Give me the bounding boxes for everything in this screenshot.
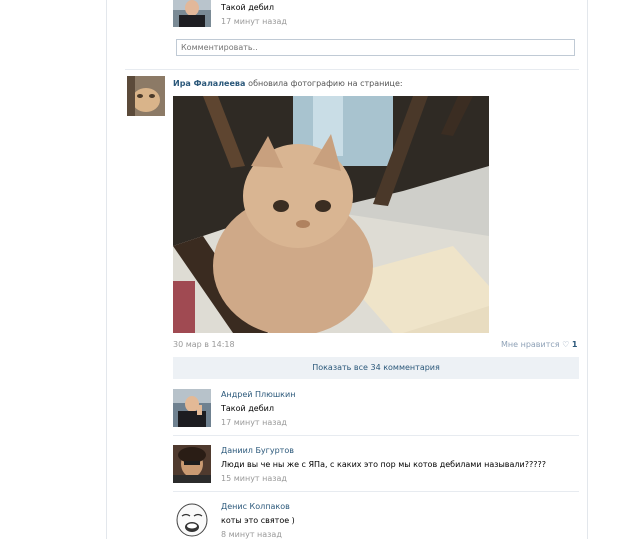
commenter-avatar[interactable]	[173, 389, 211, 427]
post-author-line: Ира Фалалеева обновила фотографию на стр…	[173, 79, 403, 88]
post-author-avatar[interactable]	[127, 76, 165, 116]
commenter-avatar[interactable]	[173, 0, 211, 27]
comment-time[interactable]: 8 минут назад	[221, 530, 282, 539]
like-label: Мне нравится	[501, 340, 560, 349]
comment-text: Люди вы че ны же с ЯПа, с каких это пор …	[221, 460, 546, 469]
comment-divider	[173, 435, 579, 436]
commenter-avatar[interactable]	[173, 445, 211, 483]
like-button[interactable]: Мне нравится ♡ 1	[501, 340, 577, 349]
post-action-text: обновила фотографию на странице:	[248, 79, 403, 88]
comment-time[interactable]: 15 минут назад	[221, 474, 287, 483]
comment-text: коты это святое )	[221, 516, 295, 525]
comment-text: Такой дебил	[221, 404, 274, 413]
comment-divider	[173, 491, 579, 492]
feed-left-border	[106, 0, 107, 539]
show-all-comments-button[interactable]: Показать все 34 комментария	[173, 357, 579, 379]
post-divider	[125, 69, 579, 70]
comment-input[interactable]	[176, 39, 575, 56]
comment-author[interactable]: Андрей Плюшкин	[221, 390, 295, 399]
comment-text: Такой дебил	[221, 3, 274, 12]
like-count: 1	[571, 340, 578, 349]
comment-time[interactable]: 17 минут назад	[221, 17, 287, 26]
post-author-link[interactable]: Ира Фалалеева	[173, 79, 245, 88]
commenter-avatar[interactable]	[173, 500, 211, 538]
comment-time[interactable]: 17 минут назад	[221, 418, 287, 427]
heart-icon: ♡	[562, 340, 570, 349]
post-date[interactable]: 30 мар в 14:18	[173, 340, 235, 349]
comment-author[interactable]: Денис Колпаков	[221, 502, 290, 511]
post-photo[interactable]	[173, 96, 489, 333]
feed-right-border	[587, 0, 588, 539]
comment-author[interactable]: Даниил Бугуртов	[221, 446, 294, 455]
